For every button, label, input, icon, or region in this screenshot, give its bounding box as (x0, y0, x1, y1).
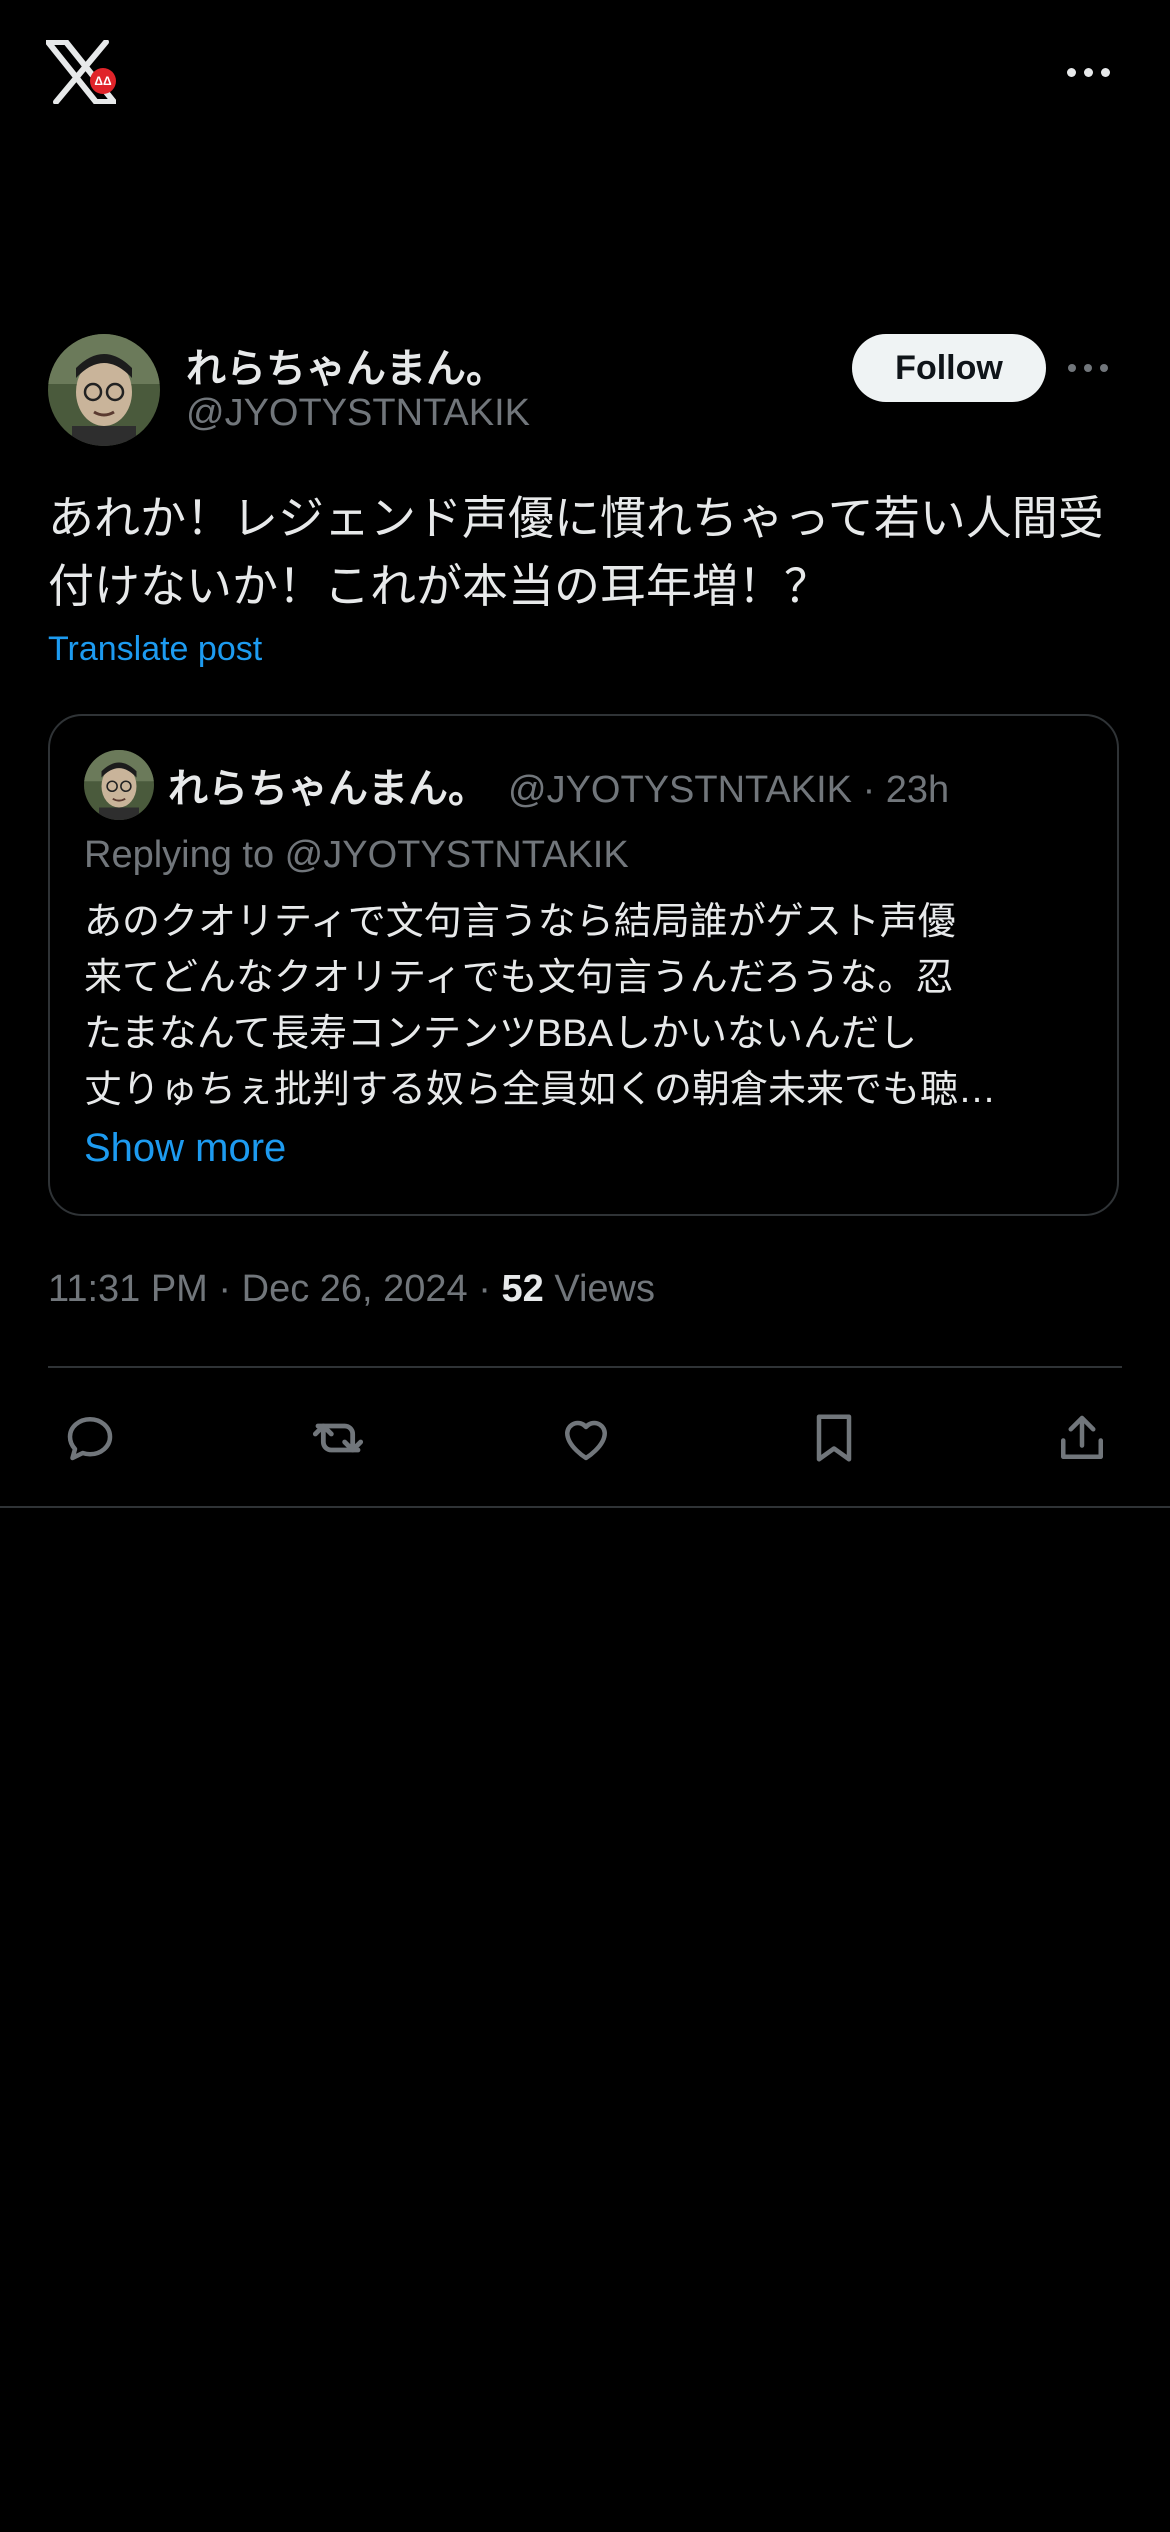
like-icon (565, 1420, 607, 1461)
post-time[interactable]: 11:31 PM (48, 1268, 208, 1310)
share-button[interactable] (1042, 1400, 1122, 1476)
logo-badge: ΔΔ (90, 68, 116, 94)
divider (0, 1506, 1170, 1508)
top-bar: ΔΔ (0, 0, 1170, 150)
meta-separator: · (218, 1268, 242, 1310)
quoted-post[interactable]: れらちゃんまん。 @JYOTYSTNTAKIK · 23h Replying to… (48, 714, 1119, 1216)
quoted-text-line: 丈りゅちぇ批判する奴ら全員如くの朝倉未来でも聴… (84, 1069, 997, 1111)
quoted-display-name: れらちゃんまん。 (168, 767, 488, 811)
replying-to: Replying to @JYOTYSTNTAKIK (84, 834, 629, 876)
avatar[interactable] (48, 334, 160, 446)
quoted-text-line: たまなんて長寿コンテンツBBAしかいないんだし (84, 1013, 917, 1055)
reply-icon (67, 1417, 113, 1461)
quoted-post-text: あのクオリティで文句言うなら結局誰がゲスト声優 来てどんなクオリティでも文句言う… (84, 894, 1084, 1118)
quoted-handle-time: @JYOTYSTNTAKIK · 23h (508, 769, 950, 811)
more-options-button[interactable] (1060, 52, 1116, 92)
action-bar (48, 1400, 1122, 1476)
divider (48, 1366, 1122, 1368)
bookmark-icon (816, 1414, 852, 1462)
like-button[interactable] (546, 1400, 626, 1476)
translate-post-link[interactable]: Translate post (48, 630, 262, 669)
post-meta: 11:31 PM · Dec 26, 2024 · 52 Views (48, 1268, 655, 1311)
reply-button[interactable] (50, 1400, 130, 1476)
quoted-text-line: 来てどんなクオリティでも文句言うんだろうな。忍 (84, 957, 954, 999)
share-icon (1061, 1415, 1103, 1459)
more-dots-icon (1062, 346, 1114, 390)
repost-button[interactable] (298, 1400, 378, 1476)
views-label: Views (554, 1268, 655, 1310)
avatar[interactable] (84, 750, 154, 820)
repost-icon (312, 1423, 364, 1453)
user-handle[interactable]: @JYOTYSTNTAKIK (186, 392, 530, 435)
bookmark-button[interactable] (794, 1400, 874, 1476)
post-text: あれか！レジェンド声優に慣れちゃって若い人間受付けないか！これが本当の耳年増！？ (48, 492, 1104, 612)
post-date[interactable]: Dec 26, 2024 (242, 1268, 468, 1310)
quoted-text-line: あのクオリティで文句言うなら結局誰がゲスト声優 (84, 901, 956, 943)
x-logo-icon[interactable]: ΔΔ (45, 39, 117, 105)
post-author: れらちゃんまん。 @JYOTYSTNTAKIK Follow (48, 330, 1122, 450)
follow-button[interactable]: Follow (852, 334, 1046, 402)
quoted-post-header: れらちゃんまん。 @JYOTYSTNTAKIK · 23h (168, 756, 949, 814)
display-name[interactable]: れらちゃんまん。 (186, 336, 506, 394)
meta-separator: · (478, 1268, 502, 1310)
post-more-button[interactable] (1062, 346, 1114, 390)
views-count: 52 (501, 1268, 544, 1310)
more-dots-icon (1060, 52, 1116, 92)
show-more-link[interactable]: Show more (84, 1126, 286, 1171)
